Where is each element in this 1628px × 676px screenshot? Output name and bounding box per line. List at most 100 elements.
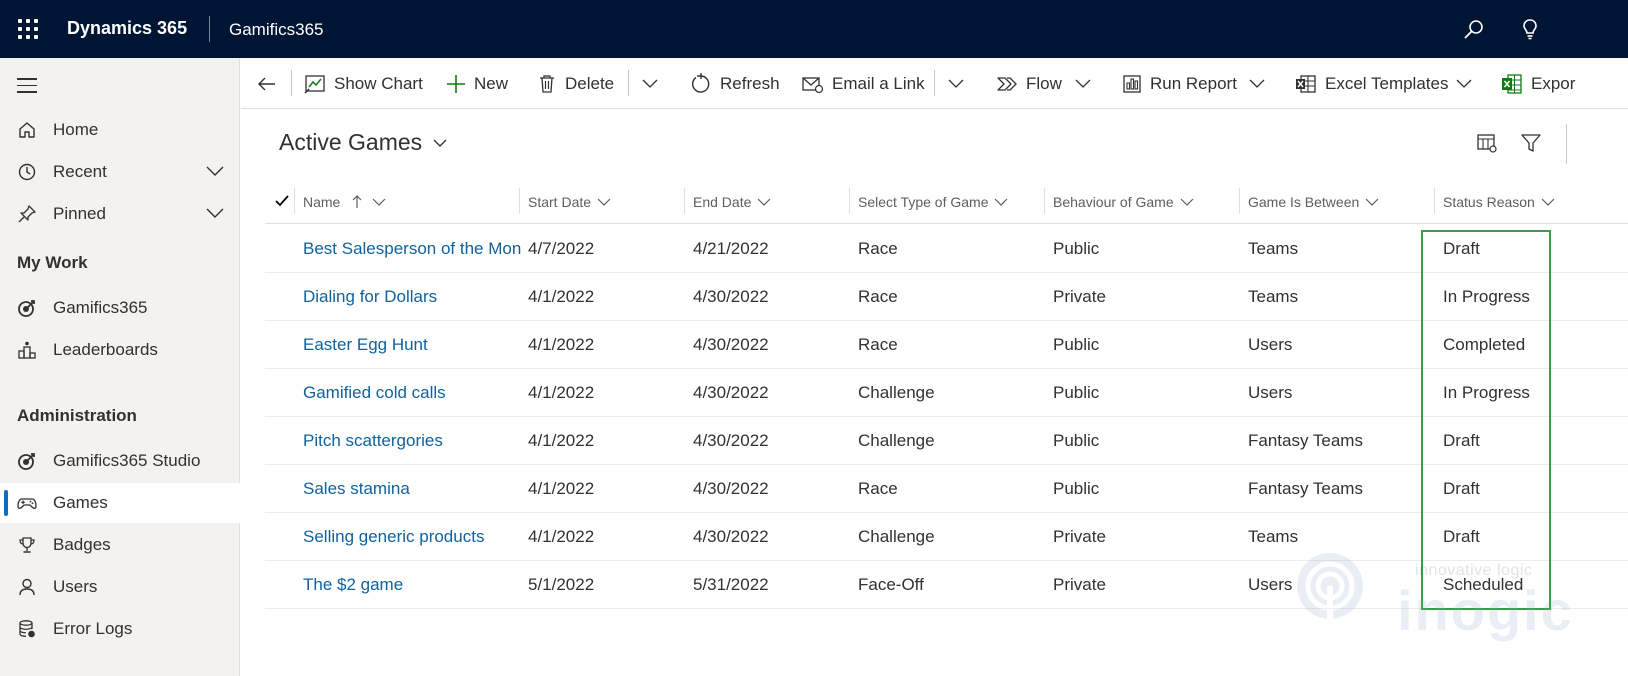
chevron-down-icon[interactable] [947, 75, 965, 91]
column-header-label: Status Reason [1443, 194, 1535, 210]
column-header-game-is-between[interactable]: Game Is Between [1248, 180, 1379, 224]
environment-name[interactable]: Gamifics365 [229, 20, 323, 40]
column-header-end-date[interactable]: End Date [693, 180, 771, 224]
chevron-down-icon[interactable] [206, 206, 224, 220]
game-name-link[interactable]: Best Salesperson of the Month [303, 225, 521, 273]
game-name-link[interactable]: Selling generic products [303, 513, 521, 561]
refresh-icon [692, 72, 710, 93]
administration-header: Administration [17, 406, 137, 425]
email-link-button[interactable]: Email a Link [802, 58, 925, 109]
column-separator [1434, 188, 1435, 214]
chevron-down-icon[interactable] [1455, 75, 1473, 91]
run-report-button[interactable]: Run Report [1122, 58, 1237, 109]
table-row[interactable]: Selling generic products 4/1/2022 4/30/2… [265, 513, 1628, 561]
start-date-cell: 4/7/2022 [528, 239, 595, 258]
type-of-game-cell: Challenge [858, 527, 935, 546]
edit-columns-icon[interactable] [1476, 132, 1498, 154]
sidebar-item-gamifics365-studio[interactable]: Gamifics365 Studio [0, 441, 240, 481]
game-name-link[interactable]: Sales stamina [303, 465, 521, 513]
excel-templates-button[interactable]: Excel Templates [1295, 58, 1448, 109]
view-title: Active Games [279, 129, 423, 155]
status-reason-cell: In Progress [1443, 287, 1530, 306]
game-name-link[interactable]: Dialing for Dollars [303, 273, 521, 321]
sidebar-item-home[interactable]: Home [0, 110, 240, 150]
export-label: Expor [1531, 73, 1576, 93]
column-header-status-reason[interactable]: Status Reason [1443, 180, 1555, 224]
hamburger-menu-icon[interactable] [17, 78, 37, 93]
sidebar-item-leaderboards[interactable]: Leaderboards [0, 330, 240, 370]
email-link-label: Email a Link [832, 73, 925, 93]
game-name-link[interactable]: Pitch scattergories [303, 417, 521, 465]
filter-icon[interactable] [1520, 132, 1542, 154]
table-row[interactable]: Dialing for Dollars 4/1/2022 4/30/2022 R… [265, 273, 1628, 321]
game-name-link[interactable]: Gamified cold calls [303, 369, 521, 417]
chevron-down-icon[interactable] [641, 75, 659, 91]
table-row[interactable]: The $2 game 5/1/2022 5/31/2022 Face-Off … [265, 561, 1628, 609]
game-controller-icon [17, 498, 37, 510]
chevron-down-icon [757, 198, 771, 206]
sidebar-item-recent[interactable]: Recent [0, 152, 240, 192]
game-name-link[interactable]: The $2 game [303, 561, 521, 609]
table-row[interactable]: Best Salesperson of the Month 4/7/2022 4… [265, 225, 1628, 273]
chevron-down-icon [1541, 198, 1555, 206]
search-icon[interactable] [1462, 17, 1486, 41]
show-chart-button[interactable]: Show Chart [304, 58, 423, 109]
sidebar-item-gamifics365[interactable]: Gamifics365 [0, 288, 240, 328]
flow-button[interactable]: Flow [996, 58, 1062, 109]
start-date-cell: 4/1/2022 [528, 527, 595, 546]
column-header-label: Name [303, 194, 341, 210]
column-header-label: Start Date [528, 194, 592, 210]
waffle-icon[interactable] [18, 19, 38, 39]
view-selector[interactable]: Active Games [279, 129, 448, 156]
table-row[interactable]: Sales stamina 4/1/2022 4/30/2022 Race Pu… [265, 465, 1628, 513]
sidebar-item-label: Pinned [53, 204, 106, 223]
sidebar-item-label: Users [53, 577, 98, 596]
table-row[interactable]: Easter Egg Hunt 4/1/2022 4/30/2022 Race … [265, 321, 1628, 369]
type-of-game-cell: Challenge [858, 383, 935, 402]
refresh-button[interactable]: Refresh [690, 58, 780, 109]
sidebar: Home Recent Pinned My Work Gamifics365 L… [0, 58, 240, 676]
column-header-type-of-game[interactable]: Select Type of Game [858, 180, 1008, 224]
end-date-cell: 5/31/2022 [693, 575, 769, 594]
table-row[interactable]: Gamified cold calls 4/1/2022 4/30/2022 C… [265, 369, 1628, 417]
sidebar-item-label: Home [53, 120, 99, 139]
column-header-name[interactable]: Name [303, 180, 386, 224]
app-name[interactable]: Dynamics 365 [67, 18, 187, 39]
excel-icon [1502, 73, 1522, 94]
sidebar-item-pinned[interactable]: Pinned [0, 194, 240, 234]
behaviour-cell: Private [1053, 575, 1106, 594]
status-reason-cell: Scheduled [1443, 575, 1524, 594]
start-date-cell: 4/1/2022 [528, 431, 595, 450]
chevron-down-icon[interactable] [206, 164, 224, 178]
column-separator [684, 188, 685, 214]
select-all-checkmark-icon[interactable] [274, 193, 290, 209]
chevron-down-icon[interactable] [1074, 75, 1092, 91]
database-icon [19, 620, 35, 638]
column-header-start-date[interactable]: Start Date [528, 180, 611, 224]
status-reason-cell: Draft [1443, 527, 1480, 546]
sidebar-item-users[interactable]: Users [0, 567, 240, 607]
table-row[interactable]: Pitch scattergories 4/1/2022 4/30/2022 C… [265, 417, 1628, 465]
sidebar-item-error-logs[interactable]: Error Logs [0, 609, 240, 649]
command-separator [934, 70, 935, 96]
chevron-down-icon[interactable] [1248, 75, 1266, 91]
chevron-down-icon [433, 139, 447, 147]
my-work-header: My Work [17, 253, 88, 272]
lightbulb-icon[interactable] [1518, 17, 1542, 41]
sidebar-item-badges[interactable]: Badges [0, 525, 240, 565]
delete-button[interactable]: Delete [537, 58, 614, 109]
target-icon [18, 453, 35, 470]
game-name-link[interactable]: Easter Egg Hunt [303, 321, 521, 369]
new-button[interactable]: New [446, 58, 508, 109]
sidebar-item-label: Recent [53, 162, 107, 181]
game-is-between-cell: Users [1248, 383, 1293, 402]
refresh-label: Refresh [720, 73, 780, 93]
column-header-behaviour-of-game[interactable]: Behaviour of Game [1053, 180, 1194, 224]
sidebar-item-games[interactable]: Games [0, 483, 240, 523]
export-button[interactable]: Expor [1501, 58, 1575, 109]
column-separator [849, 188, 850, 214]
status-reason-cell: Draft [1443, 479, 1480, 498]
sidebar-item-label: Gamifics365 [53, 298, 148, 317]
behaviour-cell: Private [1053, 287, 1106, 306]
back-arrow-icon[interactable] [256, 73, 278, 95]
